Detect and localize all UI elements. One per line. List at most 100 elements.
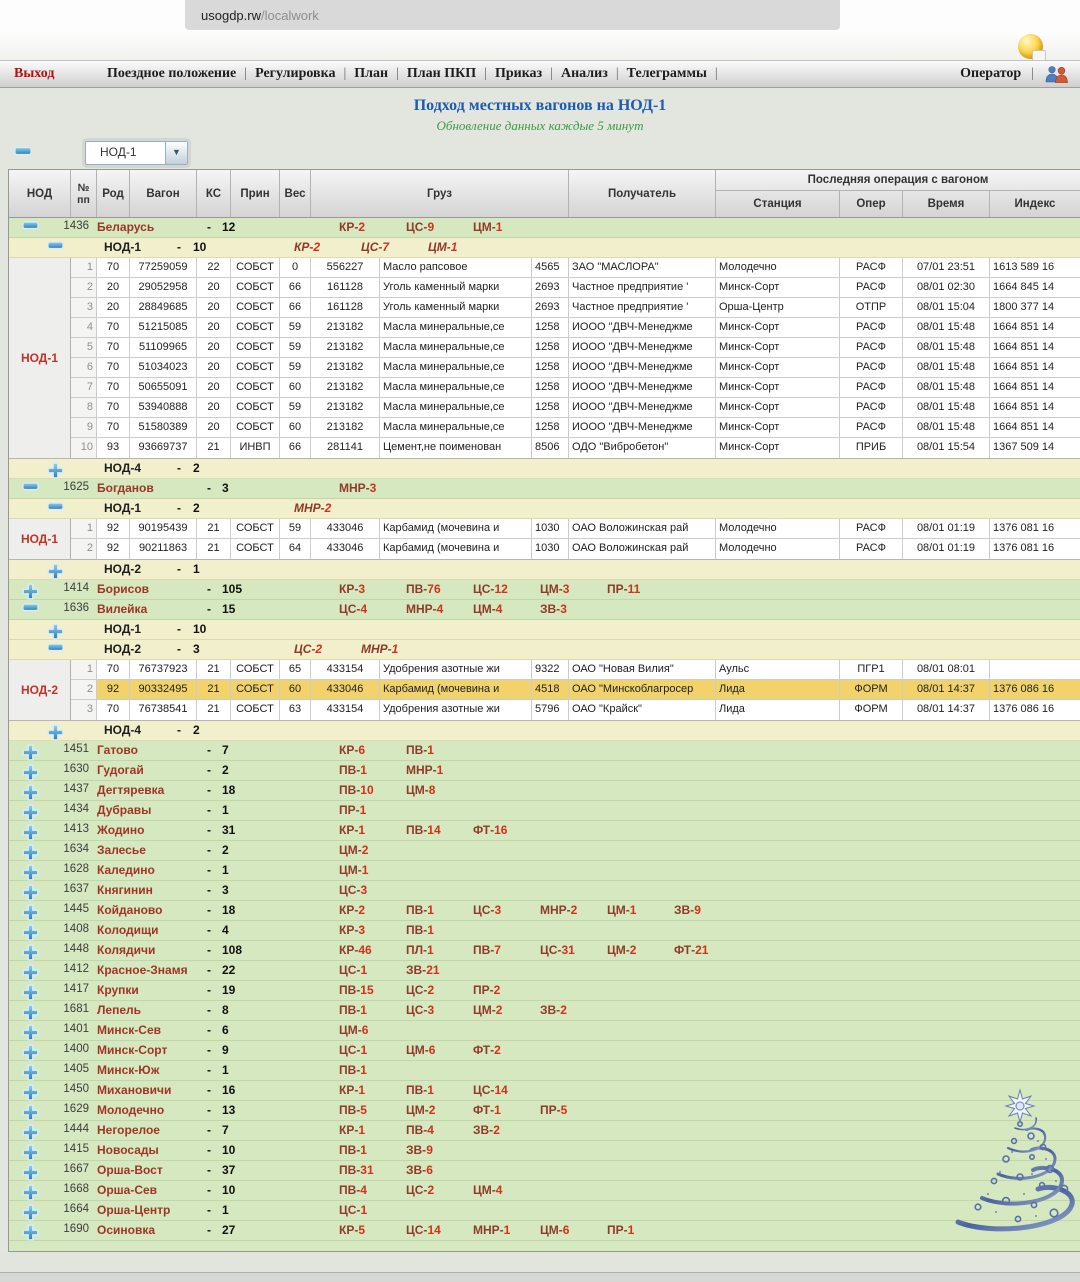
wagon-row[interactable]: 2202905295820СОБСТ66161128Уголь каменный… — [71, 278, 1080, 298]
cell-gnum: 1258 — [532, 378, 569, 397]
cell-st: Минск-Сорт — [716, 358, 840, 377]
expand-icon[interactable] — [47, 462, 64, 479]
collapse-icon[interactable] — [47, 241, 64, 250]
wagon-row[interactable]: 3707673854121СОБСТ63433154Удобрения азот… — [71, 700, 1080, 720]
station-row: 1445Койданово-18КР-2ПВ-1ЦС-3МНР-2ЦМ-1ЗВ-… — [9, 901, 1080, 921]
expand-icon[interactable] — [47, 724, 64, 741]
expand-icon[interactable] — [22, 864, 39, 881]
expand-icon[interactable] — [22, 1164, 39, 1181]
cell-gname: Карбамид (мочевина и — [380, 539, 532, 559]
menu-item-3[interactable]: План ПКП — [402, 66, 481, 82]
expand-icon[interactable] — [22, 1024, 39, 1041]
wagon-row[interactable]: 8705394088820СОБСТ59213182Масла минераль… — [71, 398, 1080, 418]
cell-ks: 21 — [197, 539, 231, 559]
wagon-row[interactable]: 5705110996520СОБСТ59213182Масла минераль… — [71, 338, 1080, 358]
expand-icon[interactable] — [22, 1104, 39, 1121]
cell-prin: СОБСТ — [231, 278, 280, 297]
category-value: 3 — [360, 883, 367, 897]
cell-idx — [990, 660, 1080, 679]
expand-icon[interactable] — [22, 804, 39, 821]
expand-icon[interactable] — [22, 1144, 39, 1161]
cell-prin: СОБСТ — [231, 418, 280, 437]
expand-icon[interactable] — [22, 1064, 39, 1081]
expand-icon[interactable] — [22, 884, 39, 901]
cell-idx: 1376 086 16 — [990, 700, 1080, 720]
wagon-count: 10 — [193, 622, 206, 636]
count-dash: - — [207, 1043, 211, 1057]
expand-icon[interactable] — [22, 844, 39, 861]
station-code: 1412 — [47, 963, 89, 975]
wagon-row[interactable]: 3202884968520СОБСТ66161128Уголь каменный… — [71, 298, 1080, 318]
wagon-row[interactable]: 6705103402320СОБСТ59213182Масла минераль… — [71, 358, 1080, 378]
collapse-icon[interactable] — [22, 603, 39, 612]
expand-icon[interactable] — [22, 924, 39, 941]
collapse-icon[interactable] — [47, 643, 64, 652]
expand-icon[interactable] — [22, 944, 39, 961]
category-prefix: ПВ- — [406, 823, 427, 837]
count-dash: - — [207, 763, 211, 777]
expand-icon[interactable] — [22, 1084, 39, 1101]
expand-icon[interactable] — [22, 1004, 39, 1021]
expand-icon[interactable] — [22, 744, 39, 761]
expand-icon[interactable] — [22, 824, 39, 841]
expand-icon[interactable] — [22, 904, 39, 921]
expand-icon[interactable] — [22, 784, 39, 801]
wagon-row[interactable]: 2929021186321СОБСТ64433046Карбамид (моче… — [71, 539, 1080, 559]
expand-icon[interactable] — [22, 764, 39, 781]
category-value: 1 — [358, 1083, 365, 1097]
cell-op: РАСФ — [840, 519, 903, 538]
category-prefix: ЦМ- — [406, 1103, 429, 1117]
collapse-icon[interactable] — [47, 502, 64, 511]
station-code: 1437 — [47, 783, 89, 795]
menu-item-1[interactable]: Регулировка — [250, 66, 340, 82]
category-prefix: КР- — [339, 1223, 358, 1237]
expand-icon[interactable] — [22, 964, 39, 981]
nod-group-row: НОД-1-2МНР-2 — [9, 499, 1080, 519]
cell-rod: 70 — [97, 660, 130, 679]
collapse-icon[interactable] — [22, 482, 39, 491]
wagon-row[interactable]: 10939366973721ИНВП66281141Цемент,не поим… — [71, 438, 1080, 458]
wagon-row[interactable]: 1707673792321СОБСТ65433154Удобрения азот… — [71, 660, 1080, 680]
count-dash: - — [207, 1143, 211, 1157]
nod-select[interactable]: НОД-1 ▼ — [85, 141, 188, 165]
menu-item-6[interactable]: Телеграммы — [622, 66, 712, 82]
expand-icon[interactable] — [47, 623, 64, 640]
wagon-row[interactable]: 2929033249521СОБСТ60433046Карбамид (моче… — [71, 680, 1080, 700]
dropdown-arrow-icon[interactable]: ▼ — [165, 142, 187, 164]
wagon-row[interactable]: 4705121508520СОБСТ59213182Масла минераль… — [71, 318, 1080, 338]
cell-prin: СОБСТ — [231, 318, 280, 337]
expand-icon[interactable] — [22, 1184, 39, 1201]
collapse-all-icon[interactable] — [14, 146, 32, 156]
expand-icon[interactable] — [22, 1044, 39, 1061]
wagon-row[interactable]: 9705158038920СОБСТ60213182Масла минераль… — [71, 418, 1080, 438]
category-value: 4 — [427, 1123, 434, 1137]
wagon-row[interactable]: 1707725905922СОБСТ0556227Масло рапсовое4… — [71, 258, 1080, 278]
menu-item-4[interactable]: Приказ — [490, 66, 547, 82]
expand-icon[interactable] — [22, 1204, 39, 1221]
count-dash: - — [177, 240, 181, 254]
cell-recv: ИООО "ДВЧ-Менеджме — [569, 418, 716, 437]
category-value: 3 — [370, 481, 377, 495]
expand-icon[interactable] — [22, 583, 39, 600]
help-balloon-icon[interactable] — [1018, 34, 1043, 59]
menu-item-5[interactable]: Анализ — [556, 66, 613, 82]
url-bar[interactable]: usogdp.rw/localwork — [185, 0, 840, 30]
users-icon[interactable] — [1044, 65, 1070, 83]
expand-icon[interactable] — [47, 563, 64, 580]
expand-icon[interactable] — [22, 1124, 39, 1141]
cell-tm: 08/01 15:48 — [903, 378, 990, 397]
menu-separator: | — [393, 66, 402, 82]
collapse-icon[interactable] — [22, 221, 39, 230]
category-value: 2 — [358, 903, 365, 917]
menu-item-0[interactable]: Поездное положение — [102, 66, 241, 82]
wagon-row[interactable]: 1929019543921СОБСТ59433046Карбамид (моче… — [71, 519, 1080, 539]
expand-icon[interactable] — [22, 984, 39, 1001]
menu-item-2[interactable]: План — [349, 66, 393, 82]
category-prefix: КР- — [339, 1123, 358, 1137]
cell-recv: Частное предприятие ' — [569, 278, 716, 297]
wagon-row[interactable]: 7705065509120СОБСТ60213182Масла минераль… — [71, 378, 1080, 398]
exit-link[interactable]: Выход — [14, 66, 86, 82]
cell-tm: 08/01 15:48 — [903, 398, 990, 417]
station-row: 1408Колодищи-4КР-3ПВ-1 — [9, 921, 1080, 941]
expand-icon[interactable] — [22, 1224, 39, 1241]
